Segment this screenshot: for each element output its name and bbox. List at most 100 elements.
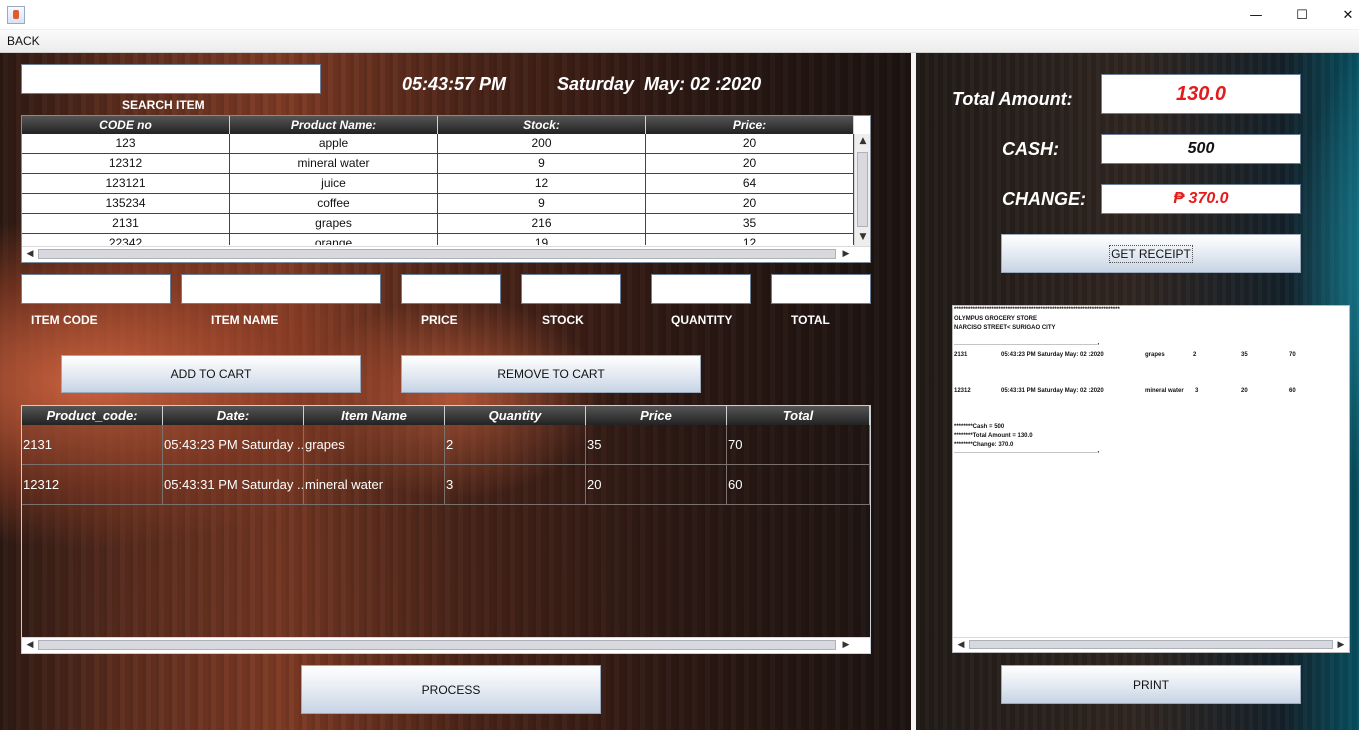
scroll-thumb[interactable] xyxy=(969,640,1333,649)
get-receipt-button[interactable]: GET RECEIPT xyxy=(1001,234,1301,273)
item-name-field[interactable] xyxy=(181,274,381,304)
minimize-icon: — xyxy=(1249,7,1263,23)
process-button[interactable]: PROCESS xyxy=(301,665,601,714)
table-cell: coffee xyxy=(230,194,438,214)
add-to-cart-button[interactable]: ADD TO CART xyxy=(61,355,361,393)
close-button[interactable]: ✕ xyxy=(1325,0,1359,30)
table-cell: 22342 xyxy=(22,234,230,245)
cart-col-header[interactable]: Total xyxy=(727,406,870,425)
stock-field[interactable] xyxy=(521,274,621,304)
product-col-header[interactable]: Product Name: xyxy=(230,116,438,134)
total-amount-field[interactable]: 130.0 xyxy=(1101,74,1301,114)
receipt-item-cell: 2 xyxy=(1193,352,1197,358)
product-col-header[interactable]: Stock: xyxy=(438,116,646,134)
table-cell: juice xyxy=(230,174,438,194)
table-cell: apple xyxy=(230,134,438,154)
receipt-store-name: OLYMPUS GROCERY STORE xyxy=(954,316,1038,322)
receipt-area[interactable]: ****************************************… xyxy=(952,305,1350,653)
back-menu-item[interactable]: BACK xyxy=(7,34,40,48)
cart-col-header[interactable]: Price xyxy=(586,406,727,425)
table-cell: 12 xyxy=(646,234,854,245)
product-table[interactable]: CODE no Product Name: Stock: Price: 123 … xyxy=(21,115,871,263)
remove-to-cart-button[interactable]: REMOVE TO CART xyxy=(401,355,701,393)
table-cell: 35 xyxy=(646,214,854,234)
product-horizontal-scrollbar[interactable]: ◀ ▶ xyxy=(22,246,870,262)
table-cell: 12 xyxy=(438,174,646,194)
cart-col-header[interactable]: Date: xyxy=(163,406,304,425)
change-field[interactable]: ₱ 370.0 xyxy=(1101,184,1301,214)
clock-date: Saturday May: 02 :2020 xyxy=(557,74,762,94)
table-cell: 2 xyxy=(445,425,586,465)
total-label: TOTAL xyxy=(791,313,830,327)
cart-col-header[interactable]: Item Name xyxy=(304,406,445,425)
table-cell: 05:43:31 PM Saturday ... xyxy=(163,465,304,505)
table-cell: 70 xyxy=(727,425,870,465)
table-cell: 3 xyxy=(445,465,586,505)
total-amount-label: Total Amount: xyxy=(952,89,1073,109)
scroll-right-icon[interactable]: ▶ xyxy=(838,247,854,262)
table-cell: 05:43:23 PM Saturday ... xyxy=(163,425,304,465)
receipt-item-cell: 20 xyxy=(1241,388,1248,394)
cash-value: 500 xyxy=(1187,140,1215,157)
java-app-icon xyxy=(7,6,25,24)
scroll-right-icon[interactable]: ▶ xyxy=(838,638,854,653)
table-cell: 20 xyxy=(646,134,854,154)
change-value: ₱ 370.0 xyxy=(1173,190,1229,207)
cash-field[interactable]: 500 xyxy=(1101,134,1301,164)
scroll-thumb[interactable] xyxy=(38,640,836,650)
cart-table[interactable]: Product_code: Date: Item Name Quantity P… xyxy=(21,405,871,654)
scroll-left-icon[interactable]: ◀ xyxy=(22,638,38,653)
close-icon: ✕ xyxy=(1342,7,1354,23)
scroll-thumb[interactable] xyxy=(38,249,836,259)
scroll-left-icon[interactable]: ◀ xyxy=(953,638,969,653)
scroll-left-icon[interactable]: ◀ xyxy=(22,247,38,262)
quantity-field[interactable] xyxy=(651,274,751,304)
table-cell: 35 xyxy=(586,425,727,465)
price-field[interactable] xyxy=(401,274,501,304)
scroll-thumb[interactable] xyxy=(857,152,868,227)
scroll-down-icon[interactable]: ▼ xyxy=(855,230,871,245)
item-name-label: ITEM NAME xyxy=(211,313,279,327)
table-cell: 200 xyxy=(438,134,646,154)
receipt-item-cell: 12312 xyxy=(954,388,971,394)
table-cell: 19 xyxy=(438,234,646,245)
product-vertical-scrollbar[interactable]: ▲ ▼ xyxy=(854,134,870,246)
search-input[interactable] xyxy=(21,64,321,94)
table-cell: 12312 xyxy=(22,154,230,174)
table-cell: orange xyxy=(230,234,438,245)
receipt-item-cell: 70 xyxy=(1289,352,1296,358)
cart-horizontal-scrollbar[interactable]: ◀ ▶ xyxy=(22,637,870,653)
receipt-item-cell: 05:43:31 PM Saturday May: 02 :2020 xyxy=(1001,388,1104,394)
total-amount-value: 130.0 xyxy=(1175,82,1227,105)
receipt-item-cell: 2131 xyxy=(954,352,968,358)
print-button[interactable]: PRINT xyxy=(1001,665,1301,704)
scroll-right-icon[interactable]: ▶ xyxy=(1333,638,1349,653)
maximize-button[interactable]: ☐ xyxy=(1279,0,1325,30)
get-receipt-label: GET RECEIPT xyxy=(1109,244,1193,263)
item-code-field[interactable] xyxy=(21,274,171,304)
receipt-horizontal-scrollbar[interactable]: ◀ ▶ xyxy=(953,637,1349,652)
cart-col-header[interactable]: Quantity xyxy=(445,406,586,425)
table-cell: 9 xyxy=(438,194,646,214)
product-col-header[interactable]: CODE no xyxy=(22,116,230,134)
product-col-header[interactable]: Price: xyxy=(646,116,854,134)
total-field[interactable] xyxy=(771,274,871,304)
price-label: PRICE xyxy=(421,313,458,327)
receipt-line: ________________________________________… xyxy=(954,448,1100,454)
table-cell: 2131 xyxy=(22,214,230,234)
cart-col-header[interactable]: Product_code: xyxy=(22,406,163,425)
receipt-total-line: ********Total Amount = 130.0 xyxy=(954,433,1033,439)
table-cell: mineral water xyxy=(230,154,438,174)
table-cell: 135234 xyxy=(22,194,230,214)
quantity-label: QUANTITY xyxy=(671,313,733,327)
table-cell: grapes xyxy=(304,425,445,465)
item-code-label: ITEM CODE xyxy=(31,313,98,327)
receipt-store-address: NARCISO STREET< SURIGAO CITY xyxy=(954,325,1056,331)
receipt-cash-line: ********Cash = 500 xyxy=(954,424,1005,430)
scroll-up-icon[interactable]: ▲ xyxy=(855,134,871,149)
table-cell: 20 xyxy=(586,465,727,505)
table-row[interactable]: 22342 orange 19 12 xyxy=(22,234,854,245)
receipt-item-cell: mineral water xyxy=(1145,388,1184,394)
receipt-item-cell: 05:43:23 PM Saturday May: 02 :2020 xyxy=(1001,352,1104,358)
minimize-button[interactable]: — xyxy=(1233,0,1279,30)
